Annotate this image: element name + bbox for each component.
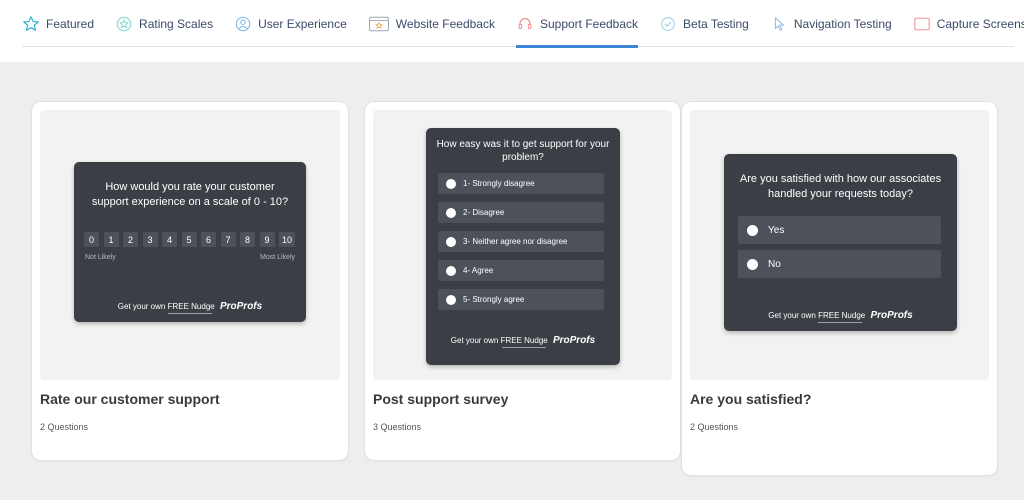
tab-label: User Experience: [258, 16, 347, 31]
radio-button[interactable]: [446, 178, 456, 189]
survey-widget: How easy was it to get support for your …: [426, 128, 620, 365]
question-count: 2 Questions: [40, 422, 89, 432]
card-preview: How easy was it to get support for your …: [373, 110, 672, 380]
radio-button[interactable]: [747, 258, 758, 270]
radio-button[interactable]: [446, 294, 456, 305]
option-label: 5- Strongly agree: [463, 295, 525, 304]
tab-navigation-testing[interactable]: Navigation Testing: [770, 0, 892, 47]
scale-option[interactable]: 8: [240, 232, 255, 247]
survey-option-yes[interactable]: Yes: [738, 216, 941, 244]
scale-label-low: Not Likely: [85, 254, 116, 261]
tab-label: Rating Scales: [139, 16, 214, 31]
card-title: Rate our customer support: [40, 391, 220, 407]
rating-scale: 0 1 2 3 4 5 6 7 8 9 10: [84, 232, 300, 247]
scale-option[interactable]: 1: [103, 232, 119, 247]
category-tabs: Featured Rating Scales User Experience W…: [22, 0, 1024, 48]
footer-free-link[interactable]: FREE Nudge: [818, 311, 865, 320]
widget-footer: Get your own FREE Nudge ProProfs: [426, 335, 620, 346]
footer-free-link[interactable]: FREE Nudge: [501, 336, 548, 345]
proprofs-logo: ProProfs: [552, 335, 596, 346]
active-tab-indicator: [515, 45, 639, 48]
footer-underline: [168, 313, 212, 314]
scale-label-high: Most Likely: [259, 254, 295, 261]
template-card-satisfied[interactable]: Are you satisfied with how our associate…: [681, 101, 998, 476]
scale-option[interactable]: 4: [162, 232, 177, 247]
option-label: 1- Strongly disagree: [463, 179, 535, 188]
option-label: 4- Agree: [463, 266, 494, 275]
survey-option-no[interactable]: No: [738, 250, 941, 278]
radio-button[interactable]: [446, 265, 456, 276]
rating-scale-widget: How would you rate your customer support…: [74, 162, 306, 322]
star-icon: [22, 15, 40, 33]
tab-website-feedback[interactable]: Website Feedback: [368, 0, 495, 47]
footer-underline: [818, 322, 862, 323]
proprofs-logo: ProProfs: [219, 301, 263, 312]
tab-rating-scales[interactable]: Rating Scales: [115, 0, 213, 47]
question-count: 3 Questions: [373, 422, 422, 432]
scale-option[interactable]: 10: [279, 232, 295, 247]
card-title: Are you satisfied?: [690, 391, 812, 407]
tab-label: Capture Screenshot: [936, 16, 1024, 31]
survey-option[interactable]: 3- Neither agree nor disagree: [438, 231, 604, 252]
tab-label: Website Feedback: [395, 16, 495, 31]
radio-button[interactable]: [446, 207, 456, 218]
star-badge-icon: [115, 15, 133, 33]
scale-option[interactable]: 0: [84, 232, 99, 247]
footer-prefix: Get your own: [117, 302, 166, 311]
top-bar: Featured Rating Scales User Experience W…: [0, 0, 1024, 62]
option-label: No: [768, 258, 781, 270]
tab-label: Beta Testing: [683, 16, 749, 31]
footer-underline: [502, 347, 546, 348]
tab-featured[interactable]: Featured: [22, 0, 94, 47]
scale-option[interactable]: 9: [259, 232, 275, 247]
tab-label: Support Feedback: [539, 16, 639, 31]
template-card-post-support[interactable]: How easy was it to get support for your …: [364, 101, 681, 461]
widget-question-line: problem?: [502, 152, 544, 163]
radio-button[interactable]: [446, 236, 456, 247]
scale-option[interactable]: 3: [142, 232, 158, 247]
scale-option[interactable]: 2: [123, 232, 138, 247]
browser-star-icon: [368, 15, 390, 33]
widget-question-line: How easy was it to get support for your: [436, 139, 610, 150]
question-count: 2 Questions: [690, 422, 739, 432]
widget-footer: Get your own FREE Nudge ProProfs: [74, 301, 306, 312]
scale-option[interactable]: 7: [220, 232, 236, 247]
template-card-rate-support[interactable]: How would you rate your customer support…: [31, 101, 349, 461]
footer-prefix: Get your own: [768, 311, 816, 320]
survey-option[interactable]: 4- Agree: [438, 260, 604, 281]
option-label: 3- Neither agree nor disagree: [463, 237, 568, 246]
card-preview: Are you satisfied with how our associate…: [690, 110, 989, 380]
yes-no-widget: Are you satisfied with how our associate…: [724, 154, 957, 331]
tab-label: Featured: [46, 16, 95, 31]
user-smile-icon: [234, 15, 252, 33]
tab-support-feedback[interactable]: Support Feedback: [515, 0, 639, 48]
card-title: Post support survey: [373, 391, 509, 407]
scale-option[interactable]: 6: [201, 232, 216, 247]
survey-option[interactable]: 5- Strongly agree: [438, 289, 604, 310]
widget-question-line: handled your requests today?: [768, 188, 913, 200]
widget-question-line: How would you rate your customer: [105, 181, 275, 193]
tab-user-experience[interactable]: User Experience: [234, 0, 347, 47]
tab-capture-screenshot[interactable]: Capture Screenshot: [913, 0, 1024, 47]
widget-footer: Get your own FREE Nudge ProProfs: [724, 310, 957, 321]
option-label: 2- Disagree: [463, 208, 505, 217]
card-preview: How would you rate your customer support…: [40, 110, 340, 380]
widget-question-line: support experience on a scale of 0 - 10?: [91, 196, 289, 208]
option-label: Yes: [768, 224, 785, 236]
radio-button[interactable]: [747, 224, 758, 236]
tab-beta-testing[interactable]: Beta Testing: [659, 0, 749, 47]
check-circle-icon: [659, 15, 677, 33]
widget-question-line: Are you satisfied with how our associate…: [739, 173, 942, 185]
pointer-icon: [770, 15, 788, 33]
tab-label: Navigation Testing: [793, 16, 892, 31]
footer-prefix: Get your own: [450, 336, 499, 345]
survey-option[interactable]: 1- Strongly disagree: [438, 173, 604, 194]
proprofs-logo: ProProfs: [870, 310, 913, 321]
survey-option[interactable]: 2- Disagree: [438, 202, 604, 223]
footer-free-link[interactable]: FREE Nudge: [168, 302, 215, 311]
scale-option[interactable]: 5: [181, 232, 197, 247]
screenshot-icon: [913, 15, 931, 33]
headset-icon: [516, 15, 534, 33]
